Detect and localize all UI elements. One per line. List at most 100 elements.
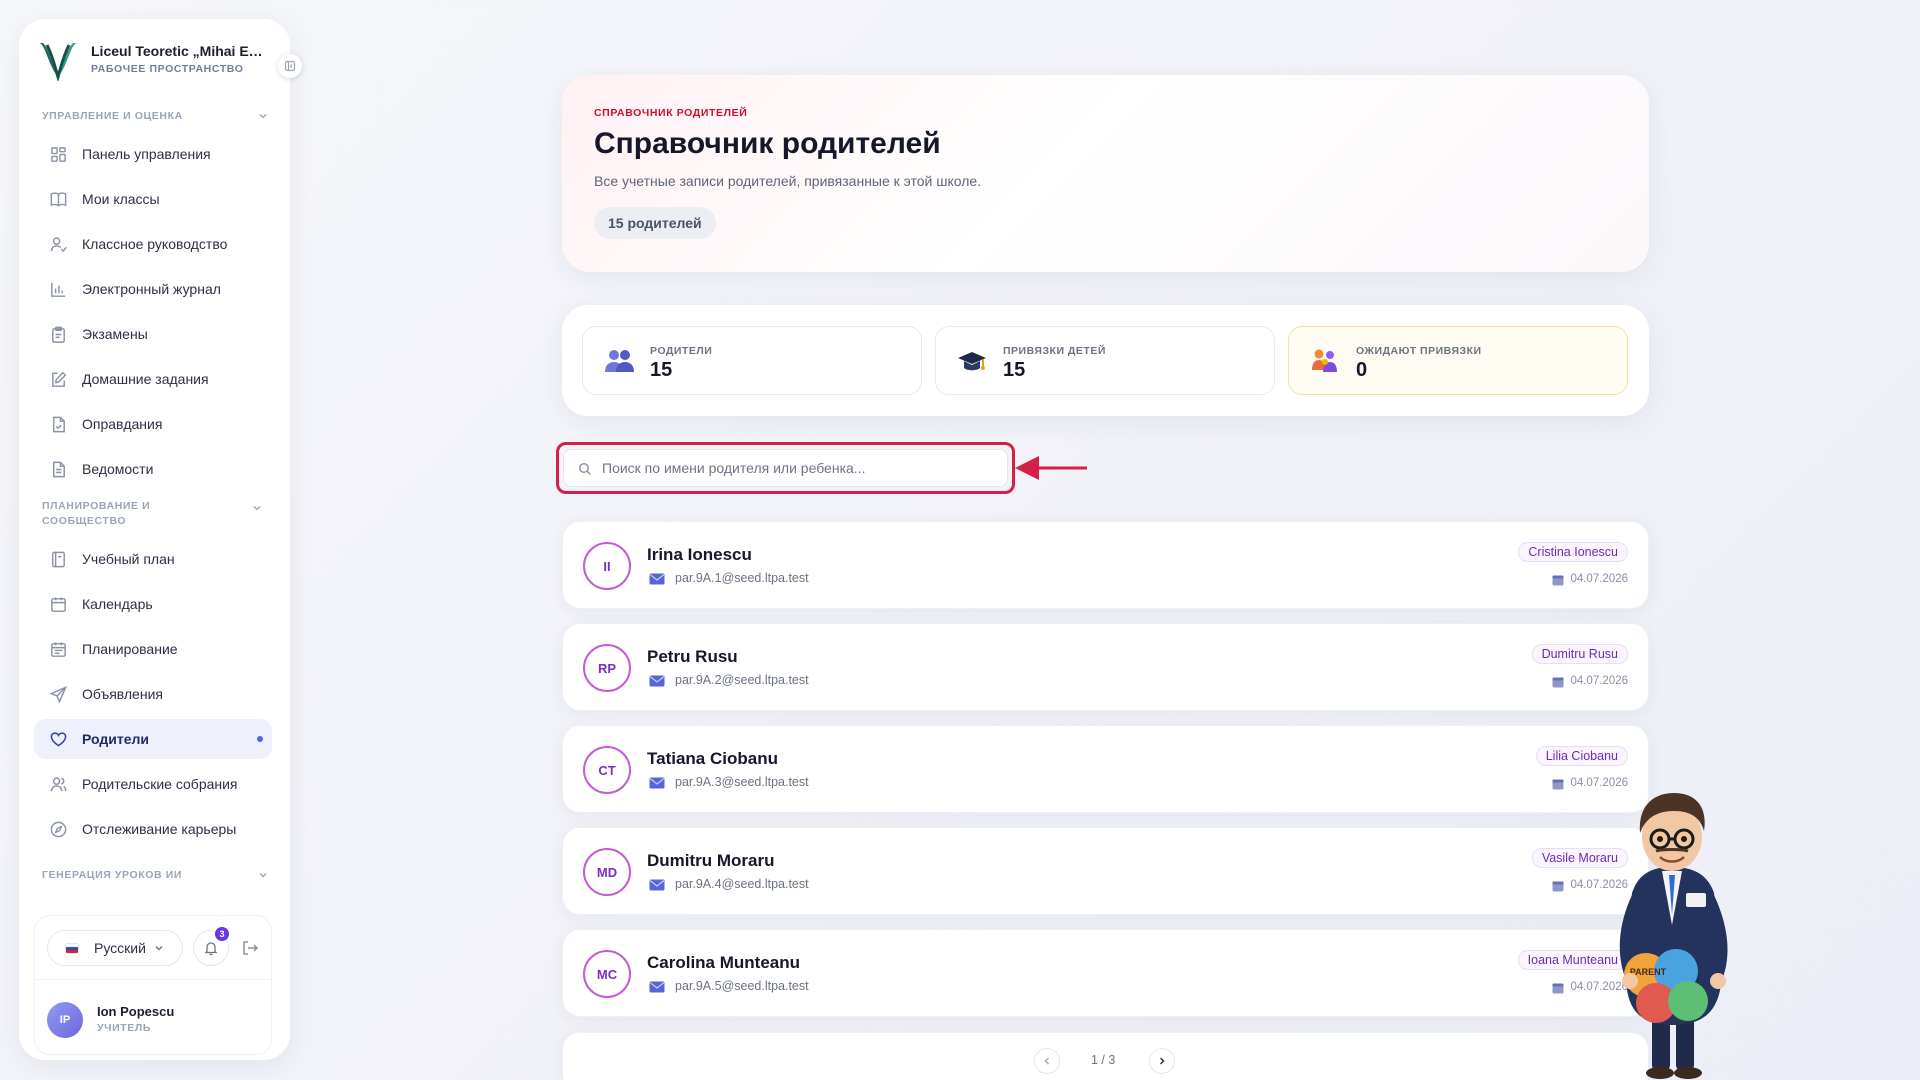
chevron-down-icon — [259, 873, 267, 878]
logout-icon[interactable] — [240, 938, 260, 958]
sidebar-item-label: Родители — [82, 731, 149, 747]
sidebar-item-homework[interactable]: Домашние задания — [34, 359, 272, 399]
link-date: 04.07.2026 — [1570, 573, 1628, 585]
sidebar-item-dashboard[interactable]: Панель управления — [34, 134, 272, 174]
chevron-down-icon[interactable] — [252, 503, 262, 513]
parent-email: par.9A.3@seed.ltpa.test — [675, 775, 809, 789]
file-check-icon — [53, 416, 65, 432]
parent-name: Dumitru Moraru — [647, 851, 775, 870]
stat-value: 0 — [1356, 359, 1368, 381]
mail-icon — [649, 879, 665, 891]
divider — [35, 979, 271, 980]
sidebar-item-label: Планирование — [82, 641, 178, 657]
chevron-down-icon — [155, 946, 163, 951]
parent-name: Irina Ionescu — [647, 545, 752, 564]
sidebar-item-label: Домашние задания — [82, 371, 209, 387]
prev-page-button[interactable] — [1034, 1048, 1060, 1074]
avatar: MC — [583, 950, 631, 998]
parent-row[interactable]: CT Tatiana Ciobanu par.9A.3@seed.ltpa.te… — [562, 725, 1649, 813]
section-title: ПЛАНИРОВАНИЕ И СООБЩЕСТВО — [42, 500, 151, 527]
user-check-icon — [50, 236, 67, 252]
stat-label: РОДИТЕЛИ — [650, 345, 713, 357]
sidebar-item-curriculum[interactable]: Учебный план — [34, 539, 272, 579]
active-indicator — [257, 736, 263, 742]
family-icon — [1312, 349, 1337, 372]
mail-icon — [649, 573, 665, 585]
sidebar-item-label: Родительские собрания — [82, 776, 238, 792]
child-badge[interactable]: Dumitru Rusu — [1531, 644, 1628, 664]
sidebar-item-label: Мои классы — [82, 191, 160, 207]
user-name: Ion Popescu — [97, 1004, 175, 1019]
calendar-icon — [1552, 677, 1564, 688]
section-title: ГЕНЕРАЦИЯ УРОКОВ ИИ — [42, 869, 183, 881]
arrow-annotation-icon — [1015, 456, 1087, 480]
sidebar-collapse-button[interactable] — [278, 54, 302, 78]
section-management[interactable]: УПРАВЛЕНИЕ И ОЦЕНКА — [42, 109, 272, 124]
parent-row[interactable]: II Irina Ionescu par.9A.1@seed.ltpa.test… — [562, 521, 1649, 609]
stat-card-child-links: ПРИВЯЗКИ ДЕТЕЙ 15 — [935, 326, 1275, 395]
stat-value: 15 — [1003, 359, 1026, 381]
next-page-button[interactable] — [1149, 1048, 1175, 1074]
sidebar-item-exams[interactable]: Экзамены — [34, 314, 272, 354]
teacher-mascot-icon: PARENT — [1619, 793, 1728, 1079]
stat-value: 15 — [650, 359, 673, 381]
sidebar-item-class-management[interactable]: Классное руководство — [34, 224, 272, 264]
search-field[interactable] — [563, 449, 1008, 487]
sidebar-item-label: Объявления — [82, 686, 163, 702]
sidebar-item-gradebook[interactable]: Электронный журнал — [34, 269, 272, 309]
parent-name: Petru Rusu — [647, 647, 738, 666]
avatar[interactable]: IP — [47, 1002, 83, 1038]
parent-row[interactable]: MC Carolina Munteanu par.9A.5@seed.ltpa.… — [562, 929, 1649, 1017]
notifications-button[interactable]: 3 — [193, 927, 229, 966]
flag-icon — [66, 943, 78, 953]
sidebar-item-parents[interactable]: Родители — [34, 719, 272, 759]
sidebar-item-career-tracking[interactable]: Отслеживание карьеры — [34, 809, 272, 849]
search-input[interactable] — [602, 450, 999, 486]
avatar: CT — [583, 746, 631, 794]
child-badge[interactable]: Lilia Ciobanu — [1535, 746, 1628, 766]
page-indicator: 1 / 3 — [1091, 1053, 1116, 1067]
parent-name: Carolina Munteanu — [647, 953, 801, 972]
page-kicker: СПРАВОЧНИК РОДИТЕЛЕЙ — [594, 107, 748, 119]
calendar-icon — [1552, 779, 1564, 790]
sidebar-item-label: Электронный журнал — [82, 281, 221, 297]
parent-email: par.9A.1@seed.ltpa.test — [675, 571, 809, 585]
sidebar-item-my-classes[interactable]: Мои классы — [34, 179, 272, 219]
workspace-label: РАБОЧЕЕ ПРОСТРАНСТВО — [91, 63, 244, 75]
brand[interactable]: Liceul Teoretic „Mihai Eminescu” РАБОЧЕЕ… — [35, 37, 275, 81]
stat-label: ОЖИДАЮТ ПРИВЯЗКИ — [1356, 345, 1482, 357]
sidebar-item-planning[interactable]: Планирование — [34, 629, 272, 669]
sidebar-item-calendar[interactable]: Календарь — [34, 584, 272, 624]
clipboard-icon — [52, 326, 65, 343]
language-selector[interactable]: Русский — [47, 930, 183, 966]
mail-icon — [649, 675, 665, 687]
sidebar-item-label: Экзамены — [82, 326, 148, 342]
sidebar-item-parent-meetings[interactable]: Родительские собрания — [34, 764, 272, 804]
edit-icon — [52, 371, 67, 387]
sidebar-item-label: Календарь — [82, 596, 153, 612]
sidebar: Liceul Teoretic „Mihai Eminescu” РАБОЧЕЕ… — [19, 19, 290, 1060]
school-logo-icon — [39, 43, 77, 81]
sidebar-item-excuses[interactable]: Оправдания — [34, 404, 272, 444]
stat-label: ПРИВЯЗКИ ДЕТЕЙ — [1003, 345, 1106, 357]
page-header: СПРАВОЧНИК РОДИТЕЛЕЙ Справочник родителе… — [562, 75, 1649, 272]
sidebar-item-announcements[interactable]: Объявления — [34, 674, 272, 714]
parent-row[interactable]: MD Dumitru Moraru par.9A.4@seed.ltpa.tes… — [562, 827, 1649, 915]
section-title: УПРАВЛЕНИЕ И ОЦЕНКА — [42, 110, 183, 122]
calendar-icon — [1552, 575, 1564, 586]
page-title: Справочник родителей — [594, 127, 941, 160]
parent-row[interactable]: RP Petru Rusu par.9A.2@seed.ltpa.test Du… — [562, 623, 1649, 711]
book-icon — [50, 191, 67, 207]
calendar-icon — [1552, 983, 1564, 994]
stat-card-pending-links: ОЖИДАЮТ ПРИВЯЗКИ 0 — [1288, 326, 1628, 395]
mail-icon — [649, 981, 665, 993]
language-label: Русский — [94, 940, 146, 956]
panel-collapse-icon — [284, 60, 296, 72]
child-badge[interactable]: Cristina Ionescu — [1518, 542, 1628, 562]
sidebar-item-reports[interactable]: Ведомости — [34, 449, 272, 489]
section-ai-lessons[interactable]: ГЕНЕРАЦИЯ УРОКОВ ИИ — [42, 868, 272, 883]
heart-icon — [50, 731, 67, 747]
section-planning[interactable]: ПЛАНИРОВАНИЕ И СООБЩЕСТВО — [42, 499, 202, 529]
search-icon — [578, 462, 591, 475]
avatar: II — [583, 542, 631, 590]
